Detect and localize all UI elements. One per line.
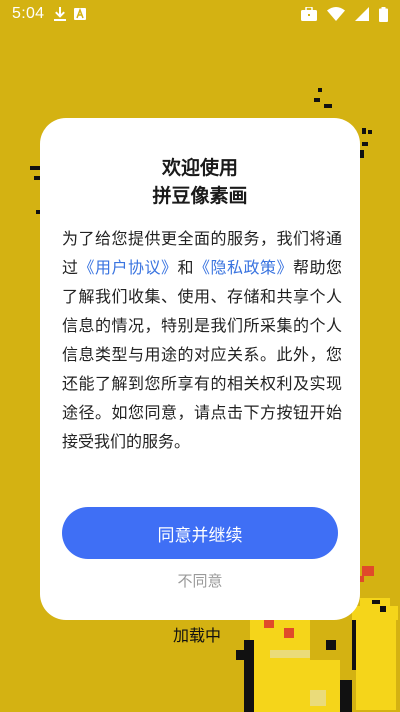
body-text-and: 和: [177, 258, 194, 277]
signal-icon: [355, 7, 369, 21]
agree-continue-button[interactable]: 同意并继续: [62, 507, 338, 559]
dialog-title: 欢迎使用 拼豆像素画: [40, 154, 360, 210]
privacy-policy-link[interactable]: 《隐私政策》: [194, 258, 293, 277]
loading-text: 加载中: [173, 628, 222, 645]
status-bar: 5:04: [0, 0, 400, 28]
dialog-title-line1: 欢迎使用: [161, 157, 238, 179]
dialog-body-text: 为了给您提供更全面的服务，我们将通过《用户协议》和《隐私政策》帮助您了解我们收集…: [62, 224, 342, 456]
font-a-icon: [74, 8, 87, 20]
status-time: 5:04: [12, 5, 45, 22]
status-left-icons: [54, 7, 87, 21]
user-agreement-link[interactable]: 《用户协议》: [79, 258, 178, 277]
download-icon: [54, 7, 67, 21]
privacy-consent-dialog: 欢迎使用 拼豆像素画 为了给您提供更全面的服务，我们将通过《用户协议》和《隐私政…: [40, 118, 360, 620]
wifi-icon: [327, 7, 345, 21]
status-right-icons: [301, 6, 388, 22]
body-text-details: 帮助您了解我们收集、使用、存储和共享个人信息的情况，特别是我们所采集的个人信息类…: [62, 258, 342, 451]
briefcase-icon: [301, 7, 317, 21]
dialog-title-line2: 拼豆像素画: [152, 185, 248, 207]
disagree-button[interactable]: 不同意: [40, 568, 360, 594]
battery-icon: [379, 6, 388, 22]
